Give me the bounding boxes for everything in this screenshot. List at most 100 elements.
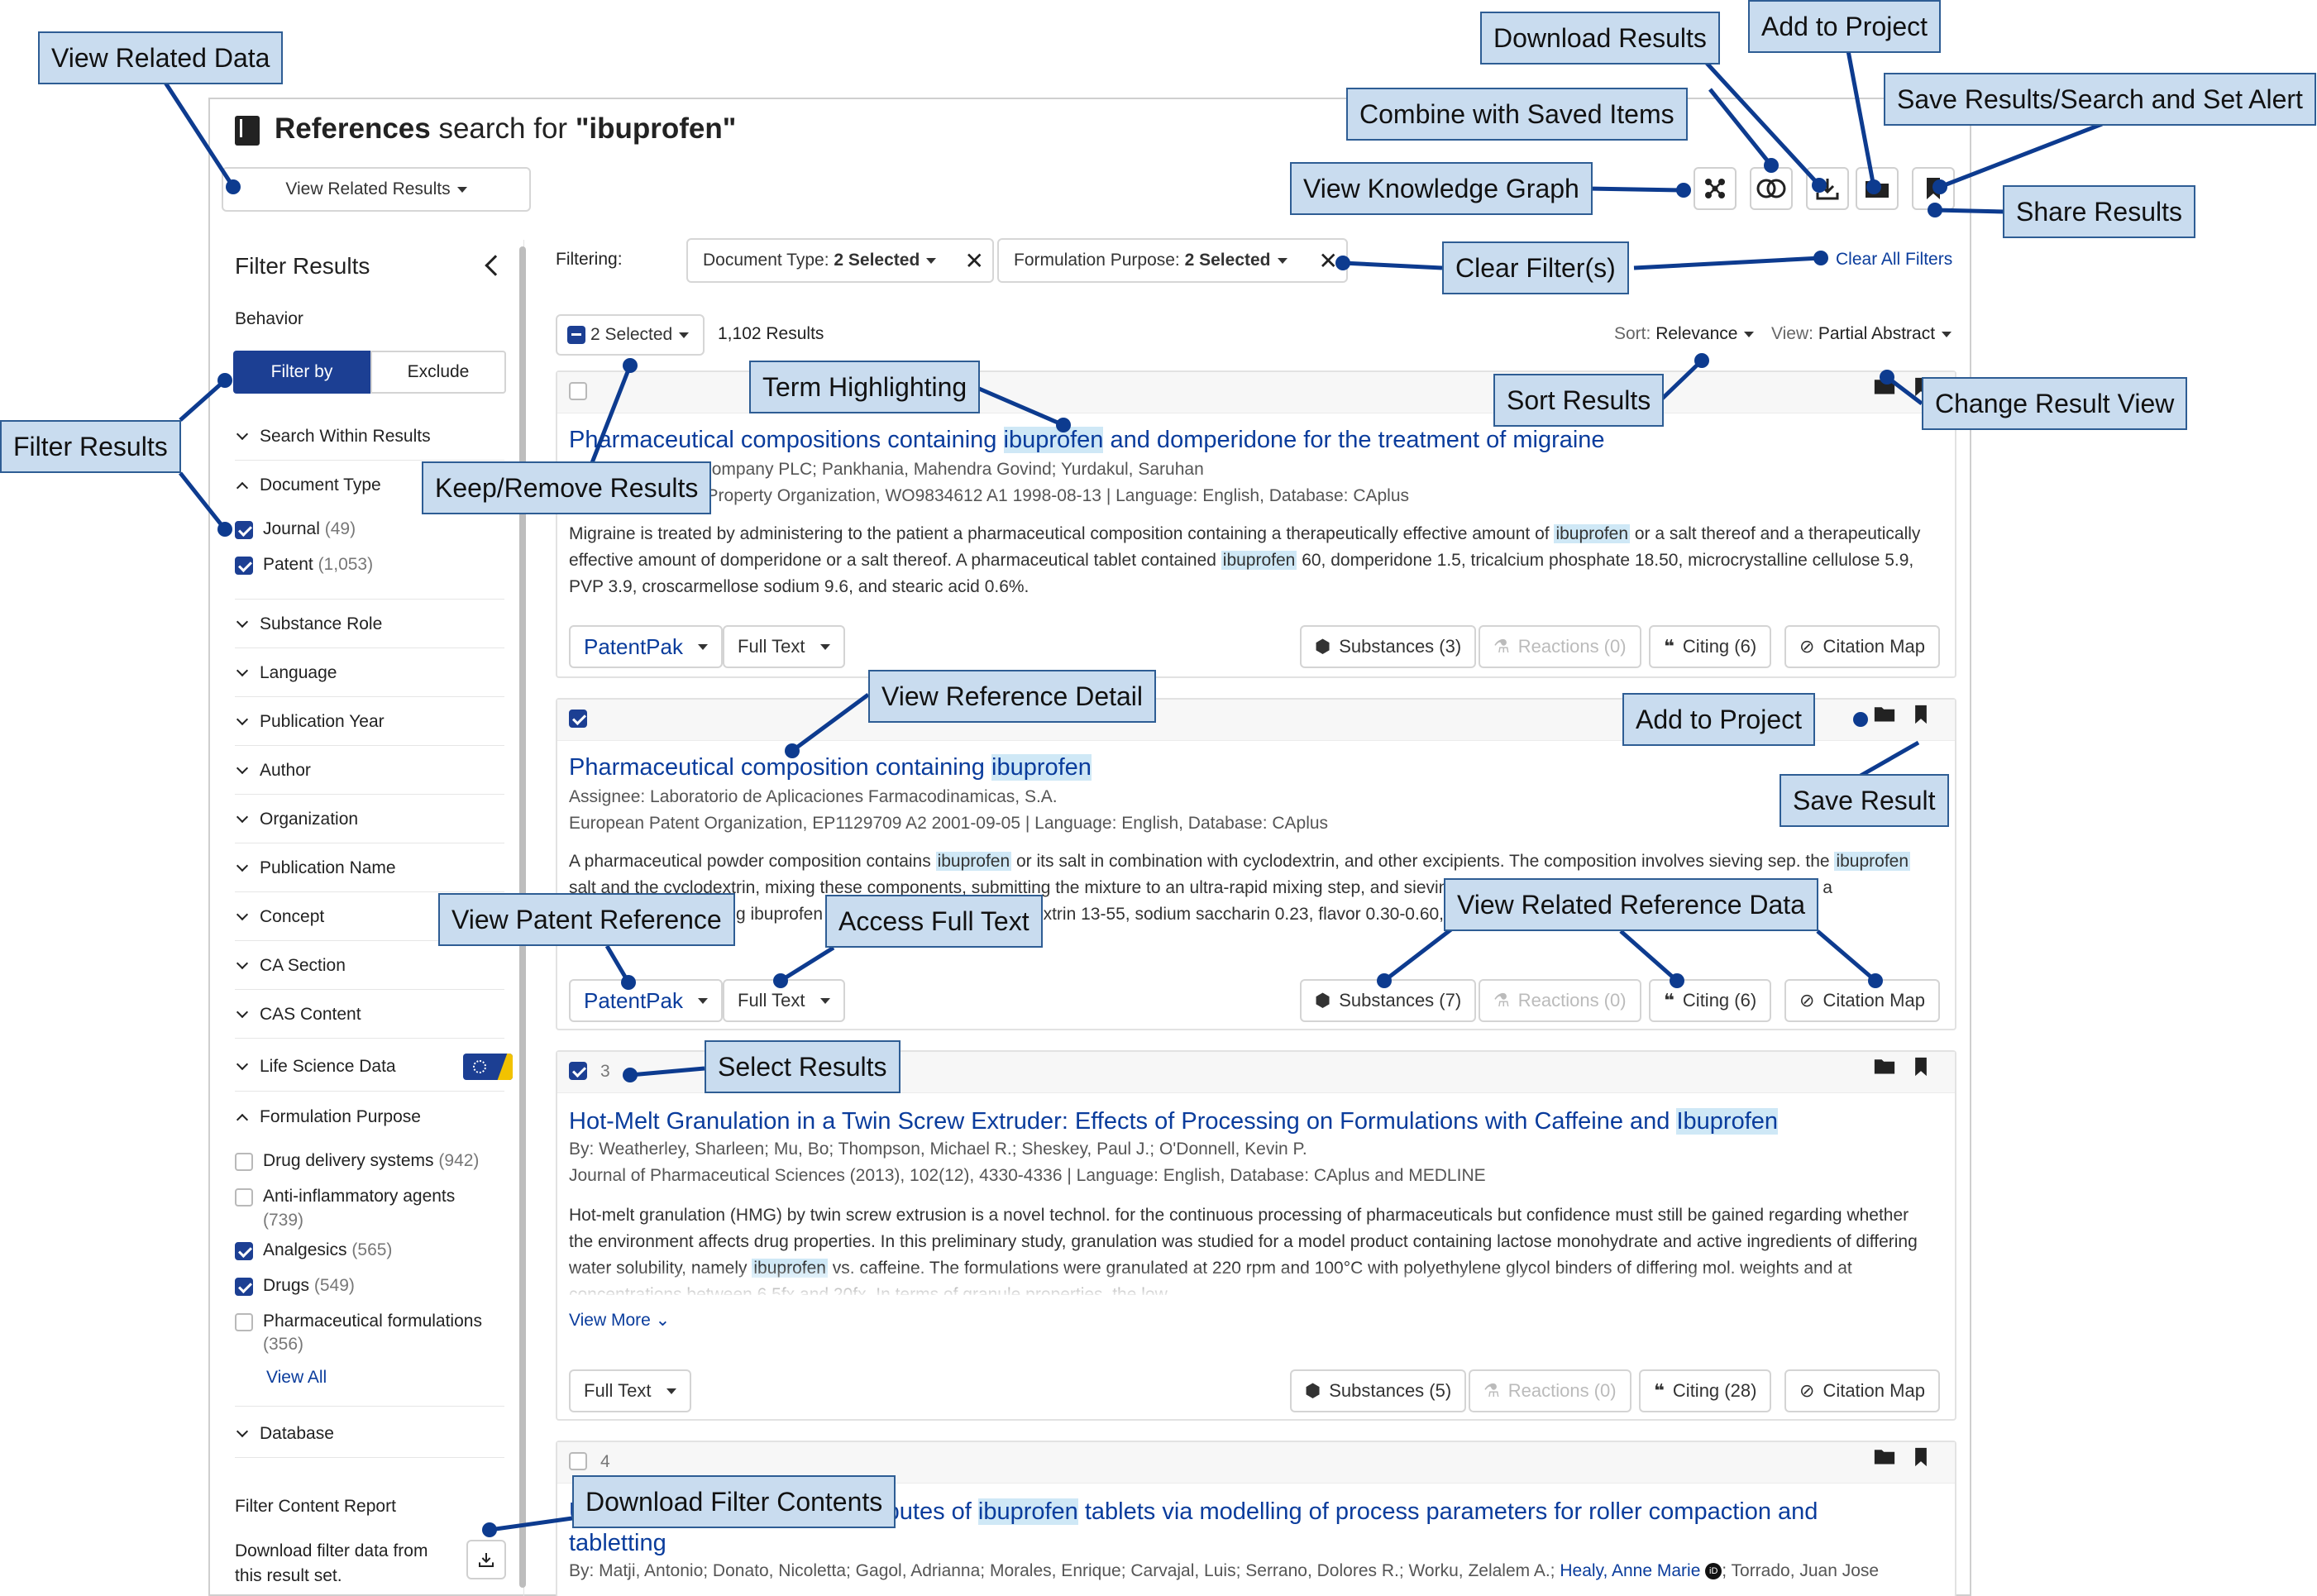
add-to-project-button[interactable]: [1856, 167, 1899, 210]
callout-view-related-data: View Related Data: [38, 31, 284, 84]
journal-checkbox[interactable]: [235, 521, 253, 539]
behavior-label: Behavior: [235, 309, 303, 328]
anti-inflammatory-option: Anti-inflammatory agents: [263, 1187, 456, 1206]
divider: [235, 1406, 504, 1407]
section-author[interactable]: Author: [235, 748, 504, 795]
result-1-title[interactable]: Pharmaceutical compositions containing i…: [569, 427, 1605, 454]
section-publication-year[interactable]: Publication Year: [235, 699, 504, 746]
download-filter-button[interactable]: [466, 1540, 506, 1579]
folder-icon[interactable]: [1874, 1447, 1895, 1471]
result-2-substances-button[interactable]: ⬢ Substances (7): [1300, 979, 1477, 1022]
callout-clear-filters: Clear Filter(s): [1442, 241, 1629, 294]
section-publication-name[interactable]: Publication Name: [235, 845, 504, 892]
section-search-within[interactable]: Search Within Results: [235, 413, 504, 461]
citation-map-icon: ⊘: [1799, 1380, 1815, 1401]
analgesics-checkbox[interactable]: [235, 1242, 253, 1260]
citation-map-icon: ⊘: [1799, 990, 1815, 1011]
orcid-icon[interactable]: iD: [1705, 1563, 1722, 1580]
pharm-formulations-option: Pharmaceutical formulations: [263, 1312, 482, 1331]
result-2-fulltext-button[interactable]: Full Text: [723, 979, 845, 1022]
download-icon: [479, 1553, 494, 1567]
callout-keep-remove: Keep/Remove Results: [422, 461, 712, 514]
anti-inflammatory-checkbox[interactable]: [235, 1188, 253, 1207]
save-alert-button[interactable]: [1912, 167, 1955, 210]
result-1-fulltext-button[interactable]: Full Text: [723, 625, 845, 668]
flask-icon: ⚗: [1483, 1380, 1500, 1401]
callout-view-patent-reference: View Patent Reference: [438, 893, 735, 946]
result-4-title-line2[interactable]: tabletting: [569, 1530, 666, 1557]
analgesics-option: Analgesics (565): [263, 1240, 393, 1259]
filter-content-report-heading: Filter Content Report: [235, 1497, 396, 1516]
report-text-line1: Download filter data from: [235, 1541, 428, 1560]
result-4-number: 4: [600, 1452, 610, 1471]
result-2-reactions-button: ⚗ Reactions (0): [1479, 979, 1641, 1022]
pharm-formulations-checkbox[interactable]: [235, 1313, 253, 1331]
result-4-checkbox[interactable]: [569, 1452, 587, 1470]
result-3-fulltext-button[interactable]: Full Text: [569, 1369, 691, 1412]
result-2-patentpak-button[interactable]: PatentPak: [569, 979, 723, 1022]
drugs-checkbox[interactable]: [235, 1278, 253, 1296]
folder-icon[interactable]: [1874, 705, 1895, 729]
section-language[interactable]: Language: [235, 650, 504, 697]
callout-save-result: Save Result: [1780, 774, 1949, 827]
result-1-citation-map-button[interactable]: ⊘ Citation Map: [1784, 625, 1940, 668]
callout-filter-results: Filter Results: [0, 420, 181, 473]
document-type-filter-chip[interactable]: Document Type: 2 Selected ✕: [686, 238, 994, 283]
folder-icon[interactable]: [1874, 377, 1895, 401]
result-2-citation-map-button[interactable]: ⊘ Citation Map: [1784, 979, 1940, 1022]
view-dropdown[interactable]: View: Partial Abstract: [1771, 324, 1952, 344]
result-3-checkbox[interactable]: [569, 1062, 587, 1080]
bookmark-icon[interactable]: [1913, 1447, 1928, 1473]
section-ca-section[interactable]: CA Section: [235, 943, 504, 990]
knowledge-graph-button[interactable]: [1694, 167, 1737, 210]
drug-delivery-checkbox[interactable]: [235, 1153, 253, 1171]
report-text-line2: this result set.: [235, 1566, 342, 1585]
result-2-checkbox[interactable]: [569, 710, 587, 728]
substance-icon: ⬢: [1315, 990, 1331, 1011]
exclude-toggle[interactable]: Exclude: [370, 351, 506, 394]
result-1-checkbox[interactable]: [569, 382, 587, 400]
clear-all-filters-link[interactable]: Clear All Filters: [1836, 250, 1952, 270]
bookmark-icon[interactable]: [1913, 1057, 1928, 1082]
quote-icon: ❝: [1654, 1380, 1665, 1401]
callout-save-results-alert: Save Results/Search and Set Alert: [1884, 73, 2316, 126]
sort-dropdown[interactable]: Sort: Relevance: [1614, 324, 1755, 344]
folder-icon[interactable]: [1874, 1057, 1895, 1081]
filter-by-toggle[interactable]: Filter by: [233, 351, 370, 394]
section-formulation-purpose[interactable]: Formulation Purpose: [235, 1093, 504, 1140]
section-substance-role[interactable]: Substance Role: [235, 601, 504, 648]
section-database[interactable]: Database: [235, 1411, 504, 1458]
result-1-substances-button[interactable]: ⬢ Substances (3): [1300, 625, 1477, 668]
view-more-link[interactable]: View More ⌄: [569, 1310, 670, 1331]
combine-circles-icon: [1756, 179, 1786, 198]
patent-checkbox[interactable]: [235, 557, 253, 575]
result-1-citing-button[interactable]: ❝ Citing (6): [1649, 625, 1772, 668]
result-3-citing-button[interactable]: ❝ Citing (28): [1639, 1369, 1772, 1412]
formulation-purpose-filter-chip[interactable]: Formulation Purpose: 2 Selected ✕: [997, 238, 1348, 283]
author-link[interactable]: Healy, Anne Marie: [1560, 1561, 1700, 1580]
annotated-screenshot: References search for "ibuprofen" View R…: [0, 0, 2317, 1596]
combine-saved-button[interactable]: [1750, 167, 1793, 210]
result-3-title[interactable]: Hot-Melt Granulation in a Twin Screw Ext…: [569, 1108, 1779, 1135]
quote-icon: ❝: [1664, 990, 1674, 1011]
references-icon: [235, 116, 260, 146]
bookmark-icon[interactable]: [1913, 705, 1928, 730]
remove-filter-icon[interactable]: ✕: [965, 247, 984, 275]
view-all-link[interactable]: View All: [266, 1368, 327, 1388]
result-1-patentpak-button[interactable]: PatentPak: [569, 625, 723, 668]
selected-results-dropdown[interactable]: 2 Selected: [556, 314, 705, 356]
download-results-button[interactable]: [1806, 167, 1849, 210]
remove-filter-icon[interactable]: ✕: [1319, 247, 1338, 275]
result-3-citation-map-button[interactable]: ⊘ Citation Map: [1784, 1369, 1940, 1412]
view-related-results-button[interactable]: View Related Results: [222, 167, 531, 212]
quote-icon: ❝: [1664, 636, 1674, 657]
result-2-title[interactable]: Pharmaceutical composition containing ib…: [569, 754, 1092, 781]
callout-change-result-view: Change Result View: [1922, 377, 2188, 430]
result-2-citing-button[interactable]: ❝ Citing (6): [1649, 979, 1772, 1022]
page-title: References search for "ibuprofen": [275, 112, 737, 145]
section-cas-content[interactable]: CAS Content: [235, 992, 504, 1039]
patent-option: Patent (1,053): [263, 555, 374, 574]
result-3-substances-button[interactable]: ⬢ Substances (5): [1290, 1369, 1467, 1412]
section-organization[interactable]: Organization: [235, 796, 504, 843]
drugs-option: Drugs (549): [263, 1276, 355, 1295]
